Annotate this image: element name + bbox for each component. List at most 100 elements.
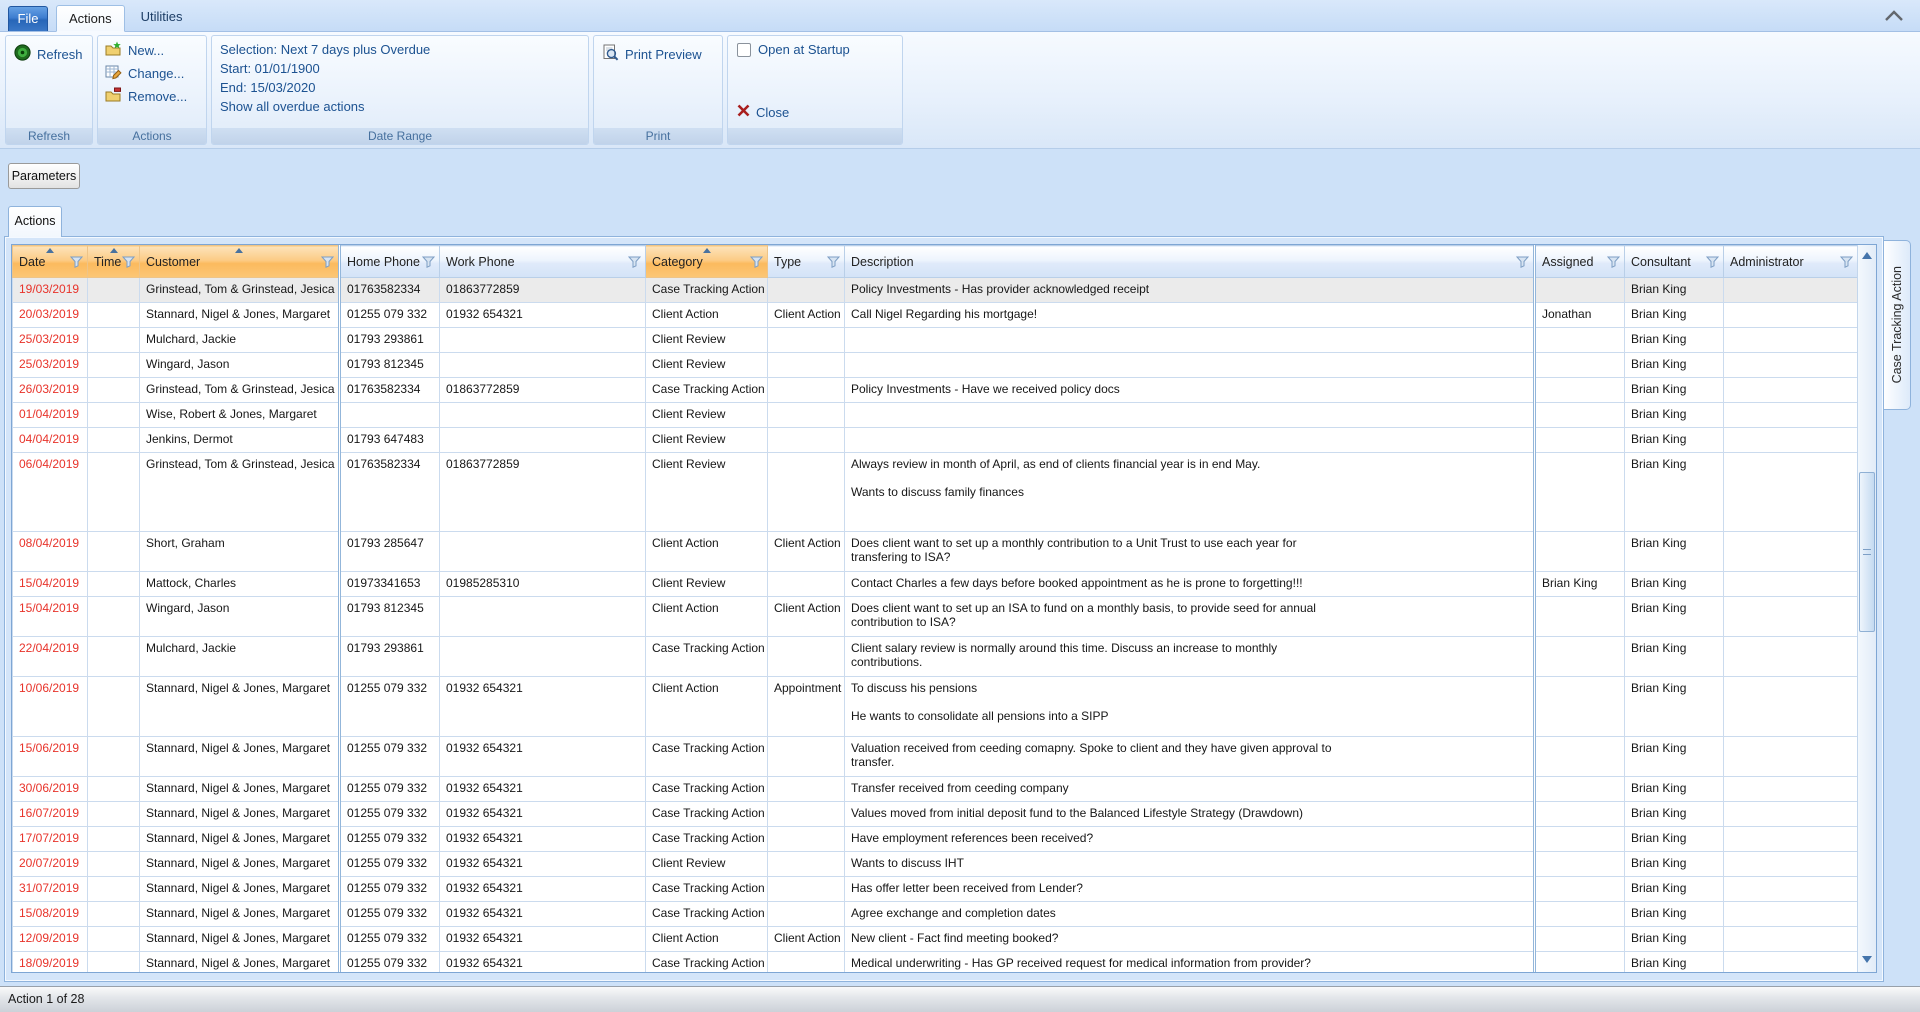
cell-description[interactable] [845,403,1535,428]
cell-work_phone[interactable]: 01863772859 [440,278,646,303]
cell-category[interactable]: Case Tracking Action [646,378,768,403]
cell-administrator[interactable] [1724,637,1858,677]
column-header-time[interactable]: Time [88,246,140,278]
cell-administrator[interactable] [1724,353,1858,378]
cell-description[interactable]: Does client want to set up an ISA to fun… [845,597,1535,637]
cell-administrator[interactable] [1724,428,1858,453]
cell-customer[interactable]: Wingard, Jason [140,353,340,378]
cell-work_phone[interactable] [440,353,646,378]
collapse-ribbon-icon[interactable] [1884,9,1904,27]
cell-home_phone[interactable]: 01793 285647 [340,532,440,572]
cell-work_phone[interactable]: 01932 654321 [440,827,646,852]
cell-work_phone[interactable]: 01932 654321 [440,852,646,877]
cell-type[interactable] [768,453,845,532]
filter-funnel-icon[interactable] [750,256,763,268]
cell-category[interactable]: Client Review [646,852,768,877]
cell-consultant[interactable]: Brian King [1625,852,1724,877]
cell-category[interactable]: Client Action [646,677,768,737]
cell-type[interactable] [768,278,845,303]
cell-assigned[interactable] [1535,877,1625,902]
cell-consultant[interactable]: Brian King [1625,378,1724,403]
cell-assigned[interactable] [1535,802,1625,827]
cell-work_phone[interactable]: 01932 654321 [440,952,646,973]
cell-consultant[interactable]: Brian King [1625,453,1724,532]
cell-category[interactable]: Client Action [646,927,768,952]
cell-work_phone[interactable]: 01932 654321 [440,777,646,802]
cell-time[interactable] [88,278,140,303]
filter-funnel-icon[interactable] [1840,256,1853,268]
cell-type[interactable] [768,827,845,852]
cell-administrator[interactable] [1724,777,1858,802]
cell-description[interactable]: New client - Fact find meeting booked? [845,927,1535,952]
scroll-up-icon[interactable] [1862,252,1872,259]
open-at-startup-checkbox[interactable]: Open at Startup [737,42,893,57]
cell-date[interactable]: 30/06/2019 [13,777,88,802]
cell-time[interactable] [88,827,140,852]
cell-customer[interactable]: Grinstead, Tom & Grinstead, Jesica [140,453,340,532]
cell-home_phone[interactable]: 01255 079 332 [340,737,440,777]
cell-assigned[interactable] [1535,677,1625,737]
cell-assigned[interactable] [1535,852,1625,877]
cell-date[interactable]: 22/04/2019 [13,637,88,677]
scroll-down-icon[interactable] [1862,956,1872,963]
new-action-button[interactable]: New... [98,36,206,62]
filter-funnel-icon[interactable] [321,256,334,268]
cell-customer[interactable]: Stannard, Nigel & Jones, Margaret [140,827,340,852]
column-header-work-phone[interactable]: Work Phone [440,246,646,278]
cell-consultant[interactable]: Brian King [1625,677,1724,737]
cell-type[interactable]: Client Action [768,303,845,328]
cell-assigned[interactable] [1535,532,1625,572]
filter-funnel-icon[interactable] [422,256,435,268]
cell-administrator[interactable] [1724,877,1858,902]
cell-assigned[interactable]: Jonathan [1535,303,1625,328]
cell-customer[interactable]: Mulchard, Jackie [140,328,340,353]
tab-actions[interactable]: Actions [56,5,125,32]
cell-description[interactable]: Client salary review is normally around … [845,637,1535,677]
cell-assigned[interactable] [1535,428,1625,453]
cell-time[interactable] [88,532,140,572]
cell-type[interactable] [768,902,845,927]
cell-work_phone[interactable] [440,637,646,677]
filter-funnel-icon[interactable] [1516,256,1529,268]
change-action-button[interactable]: Change... [98,62,206,85]
cell-administrator[interactable] [1724,737,1858,777]
cell-time[interactable] [88,378,140,403]
cell-customer[interactable]: Stannard, Nigel & Jones, Margaret [140,677,340,737]
column-header-administrator[interactable]: Administrator [1724,246,1858,278]
cell-assigned[interactable] [1535,278,1625,303]
print-preview-button[interactable]: Print Preview [594,36,722,68]
cell-type[interactable] [768,403,845,428]
cell-work_phone[interactable]: 01932 654321 [440,927,646,952]
cell-date[interactable]: 01/04/2019 [13,403,88,428]
cell-administrator[interactable] [1724,677,1858,737]
cell-time[interactable] [88,902,140,927]
remove-action-button[interactable]: Remove... [98,85,206,108]
cell-customer[interactable]: Grinstead, Tom & Grinstead, Jesica [140,278,340,303]
show-overdue-link[interactable]: Show all overdue actions [220,97,588,116]
cell-work_phone[interactable]: 01932 654321 [440,677,646,737]
cell-work_phone[interactable] [440,532,646,572]
cell-work_phone[interactable]: 01985285310 [440,572,646,597]
cell-description[interactable] [845,353,1535,378]
cell-category[interactable]: Client Action [646,597,768,637]
cell-home_phone[interactable]: 01255 079 332 [340,877,440,902]
cell-date[interactable]: 15/08/2019 [13,902,88,927]
cell-category[interactable]: Case Tracking Action [646,902,768,927]
cell-category[interactable]: Case Tracking Action [646,827,768,852]
cell-description[interactable]: Medical underwriting - Has GP received r… [845,952,1535,973]
cell-administrator[interactable] [1724,597,1858,637]
cell-date[interactable]: 06/04/2019 [13,453,88,532]
cell-type[interactable] [768,353,845,378]
cell-consultant[interactable]: Brian King [1625,637,1724,677]
cell-assigned[interactable] [1535,927,1625,952]
cell-administrator[interactable] [1724,532,1858,572]
cell-consultant[interactable]: Brian King [1625,403,1724,428]
cell-time[interactable] [88,802,140,827]
cell-date[interactable]: 26/03/2019 [13,378,88,403]
cell-category[interactable]: Case Tracking Action [646,777,768,802]
cell-consultant[interactable]: Brian King [1625,952,1724,973]
cell-time[interactable] [88,453,140,532]
column-header-date[interactable]: Date [13,246,88,278]
cell-assigned[interactable] [1535,827,1625,852]
cell-consultant[interactable]: Brian King [1625,303,1724,328]
